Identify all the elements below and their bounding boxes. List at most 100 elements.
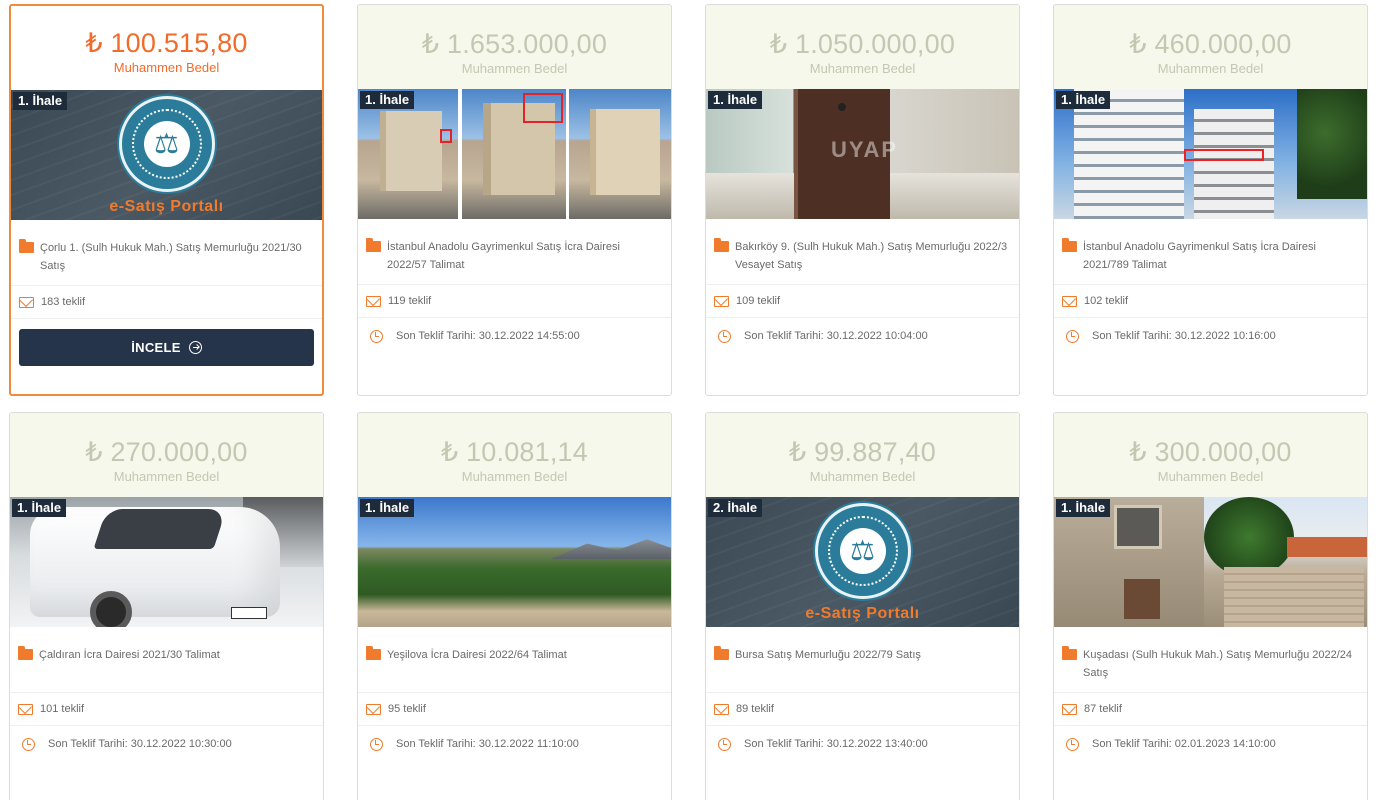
price-value: ₺ 1.050.000,00 bbox=[769, 29, 956, 59]
ministry-seal-icon: ⚖ bbox=[814, 503, 911, 599]
envelope-icon bbox=[18, 703, 33, 715]
price-header: ₺ 300.000,00 Muhammen Bedel bbox=[1054, 413, 1367, 497]
price-caption: Muhammen Bedel bbox=[809, 469, 916, 484]
folder-icon bbox=[366, 238, 381, 252]
listing-image[interactable]: 1. İhale bbox=[10, 497, 323, 627]
deadline-value: 30.12.2022 10:16:00 bbox=[1174, 330, 1276, 342]
listing-image[interactable]: 1. İhale bbox=[1054, 497, 1367, 627]
price-value: ₺ 1.653.000,00 bbox=[421, 29, 608, 59]
auction-round-badge: 1. İhale bbox=[360, 91, 415, 109]
offer-count: 102 teklif bbox=[1054, 285, 1367, 318]
price-value: ₺ 460.000,00 bbox=[1129, 29, 1292, 59]
listing-image[interactable]: 1. İhale bbox=[358, 497, 671, 627]
envelope-icon bbox=[1062, 295, 1077, 307]
listing-title-text: Bakırköy 9. (Sulh Hukuk Mah.) Satış Memu… bbox=[735, 241, 1008, 271]
offer-count-text: 101 teklif bbox=[40, 703, 85, 715]
offer-count: 89 teklif bbox=[706, 693, 1019, 726]
deadline: Son Teklif Tarihi: 30.12.2022 11:10:00 bbox=[358, 726, 671, 762]
envelope-icon bbox=[1062, 703, 1077, 715]
listing-title: Yeşilova İcra Dairesi 2022/64 Talimat bbox=[358, 627, 671, 693]
listing-card[interactable]: ₺ 300.000,00 Muhammen Bedel 1. İhale Kuş… bbox=[1053, 412, 1368, 800]
clock-icon bbox=[718, 329, 731, 343]
auction-round-badge: 1. İhale bbox=[13, 92, 68, 110]
envelope-icon bbox=[714, 295, 729, 307]
offer-count-text: 102 teklif bbox=[1084, 295, 1129, 307]
listing-title-text: Bursa Satış Memurluğu 2022/79 Satış bbox=[735, 649, 921, 661]
clock-icon bbox=[22, 737, 35, 751]
offer-count: 101 teklif bbox=[10, 693, 323, 726]
clock-icon bbox=[370, 329, 383, 343]
deadline-label: Son Teklif Tarihi: bbox=[1092, 738, 1172, 750]
price-value: ₺ 270.000,00 bbox=[85, 437, 248, 467]
price-header: ₺ 10.081,14 Muhammen Bedel bbox=[358, 413, 671, 497]
listing-card[interactable]: ₺ 460.000,00 Muhammen Bedel 1. İhale İst… bbox=[1053, 4, 1368, 396]
clock-icon bbox=[370, 737, 383, 751]
folder-icon bbox=[366, 646, 381, 660]
deadline-value: 02.01.2023 14:10:00 bbox=[1174, 738, 1276, 750]
listing-title-text: Kuşadası (Sulh Hukuk Mah.) Satış Memurlu… bbox=[1083, 649, 1353, 679]
listing-image[interactable]: UYAP 1. İhale bbox=[706, 89, 1019, 219]
listing-image[interactable]: ⚖ e-Satış Portalı 2. İhale bbox=[706, 497, 1019, 627]
envelope-icon bbox=[19, 296, 34, 308]
listing-image[interactable]: 1. İhale bbox=[1054, 89, 1367, 219]
listing-card[interactable]: ₺ 1.653.000,00 Muhammen Bedel 1. İhale İ… bbox=[357, 4, 672, 396]
clock-icon bbox=[1066, 329, 1079, 343]
deadline-value: 30.12.2022 10:30:00 bbox=[130, 738, 232, 750]
auction-round-badge: 1. İhale bbox=[1056, 91, 1111, 109]
listing-card[interactable]: ₺ 1.050.000,00 Muhammen Bedel UYAP 1. İh… bbox=[705, 4, 1020, 396]
listing-title: Bakırköy 9. (Sulh Hukuk Mah.) Satış Memu… bbox=[706, 219, 1019, 285]
deadline-value: 30.12.2022 14:55:00 bbox=[478, 330, 580, 342]
folder-icon bbox=[714, 646, 729, 660]
price-value: ₺ 99.887,40 bbox=[788, 437, 936, 467]
portal-logo-text: e-Satış Portalı bbox=[109, 198, 224, 215]
deadline-label: Son Teklif Tarihi: bbox=[744, 738, 824, 750]
folder-icon bbox=[1062, 238, 1077, 252]
deadline: Son Teklif Tarihi: 02.01.2023 14:10:00 bbox=[1054, 726, 1367, 762]
price-header: ₺ 1.050.000,00 Muhammen Bedel bbox=[706, 5, 1019, 89]
price-caption: Muhammen Bedel bbox=[461, 61, 568, 76]
auction-round-badge: 1. İhale bbox=[708, 91, 763, 109]
deadline-value: 30.12.2022 10:04:00 bbox=[826, 330, 928, 342]
deadline: Son Teklif Tarihi: 30.12.2022 10:16:00 bbox=[1054, 318, 1367, 354]
price-header: ₺ 1.653.000,00 Muhammen Bedel bbox=[358, 5, 671, 89]
envelope-icon bbox=[366, 703, 381, 715]
listing-title-text: Yeşilova İcra Dairesi 2022/64 Talimat bbox=[387, 649, 567, 661]
deadline-value: 30.12.2022 11:10:00 bbox=[478, 738, 579, 750]
offer-count: 183 teklif bbox=[11, 286, 322, 319]
price-caption: Muhammen Bedel bbox=[809, 61, 916, 76]
envelope-icon bbox=[366, 295, 381, 307]
listing-title-text: Çorlu 1. (Sulh Hukuk Mah.) Satış Memurlu… bbox=[40, 242, 302, 272]
deadline: Son Teklif Tarihi: 30.12.2022 10:04:00 bbox=[706, 318, 1019, 354]
deadline-label: Son Teklif Tarihi: bbox=[396, 330, 476, 342]
auction-round-badge: 1. İhale bbox=[12, 499, 67, 517]
listing-card[interactable]: ₺ 100.515,80 Muhammen Bedel ⚖ e-Satış Po… bbox=[9, 4, 324, 396]
price-value: ₺ 100.515,80 bbox=[85, 28, 248, 58]
clock-icon bbox=[718, 737, 731, 751]
listing-image[interactable]: ⚖ e-Satış Portalı 1. İhale bbox=[11, 90, 322, 220]
folder-icon bbox=[19, 239, 34, 253]
deadline-label: Son Teklif Tarihi: bbox=[396, 738, 476, 750]
listing-title-text: İstanbul Anadolu Gayrimenkul Satış İcra … bbox=[1083, 241, 1316, 271]
listing-title: İstanbul Anadolu Gayrimenkul Satış İcra … bbox=[358, 219, 671, 285]
folder-icon bbox=[18, 646, 33, 660]
offer-count-text: 183 teklif bbox=[41, 296, 86, 308]
deadline-label: Son Teklif Tarihi: bbox=[48, 738, 128, 750]
listing-card[interactable]: ₺ 99.887,40 Muhammen Bedel ⚖ e-Satış Por… bbox=[705, 412, 1020, 800]
listing-card[interactable]: ₺ 10.081,14 Muhammen Bedel 1. İhale Yeşi… bbox=[357, 412, 672, 800]
listing-card[interactable]: ₺ 270.000,00 Muhammen Bedel 1. İhale Çal… bbox=[9, 412, 324, 800]
listing-title: Bursa Satış Memurluğu 2022/79 Satış bbox=[706, 627, 1019, 693]
listing-title-text: İstanbul Anadolu Gayrimenkul Satış İcra … bbox=[387, 241, 620, 271]
listing-image[interactable]: 1. İhale bbox=[358, 89, 671, 219]
price-caption: Muhammen Bedel bbox=[1157, 61, 1264, 76]
auction-round-badge: 1. İhale bbox=[1056, 499, 1111, 517]
portal-logo-text: e-Satış Portalı bbox=[805, 605, 920, 622]
folder-icon bbox=[1062, 646, 1077, 660]
inspect-button[interactable]: İNCELE bbox=[19, 329, 314, 366]
auction-round-badge: 2. İhale bbox=[708, 499, 763, 517]
price-header: ₺ 99.887,40 Muhammen Bedel bbox=[706, 413, 1019, 497]
deadline-label: Son Teklif Tarihi: bbox=[744, 330, 824, 342]
folder-icon bbox=[714, 238, 729, 252]
deadline-value: 30.12.2022 13:40:00 bbox=[826, 738, 928, 750]
clock-icon bbox=[1066, 737, 1079, 751]
auction-round-badge: 1. İhale bbox=[360, 499, 415, 517]
